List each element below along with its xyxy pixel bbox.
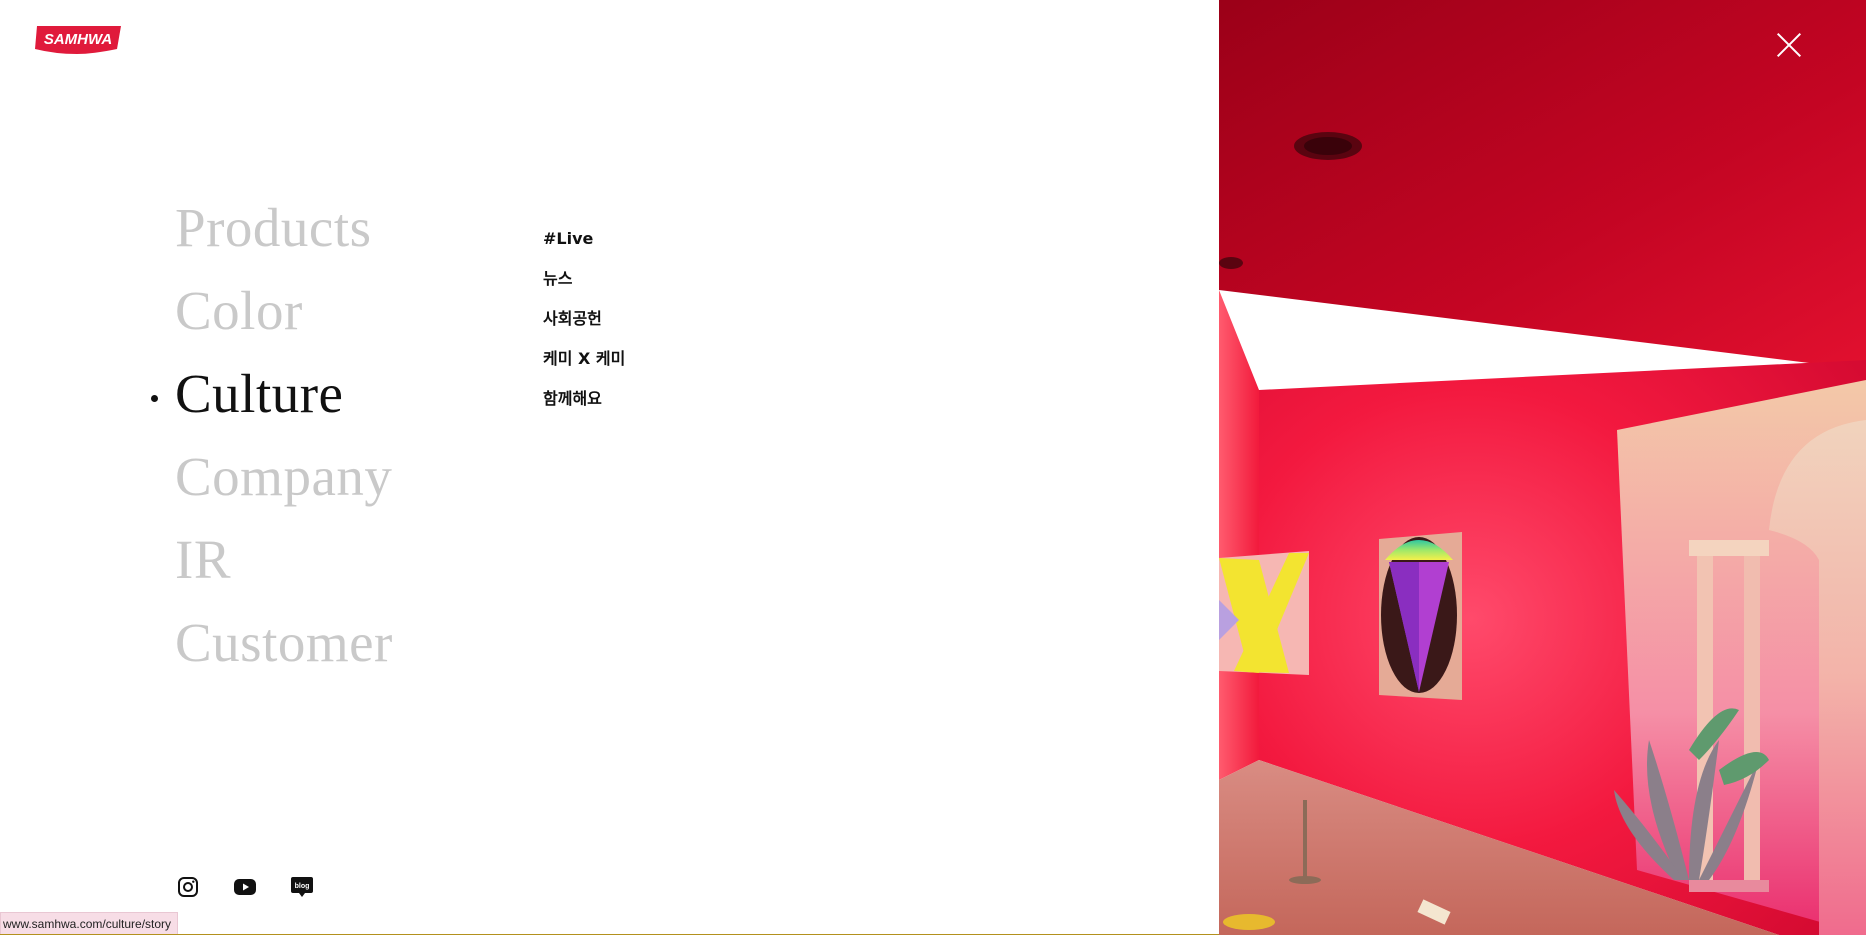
close-icon[interactable] [1776,32,1802,58]
svg-text:SAMHWA: SAMHWA [44,31,112,48]
main-menu-item-ir[interactable]: IR [175,524,393,607]
main-menu-item-products[interactable]: Products [175,192,393,275]
sub-menu-item-news[interactable]: 뉴스 [543,268,625,308]
hero-image [1219,0,1866,935]
blog-icon[interactable]: blog [290,875,314,899]
status-url: www.samhwa.com/culture/story [0,912,179,935]
main-menu-item-customer[interactable]: Customer [175,607,393,690]
sub-menu-item-social-contribution[interactable]: 사회공헌 [543,308,625,348]
sub-menu-item-live[interactable]: #Live [543,228,625,268]
main-menu-item-culture[interactable]: Culture [151,358,393,441]
main-menu-item-color[interactable]: Color [175,275,393,358]
samhwa-logo[interactable]: SAMHWA [33,24,123,56]
youtube-icon[interactable] [233,875,257,899]
svg-text:blog: blog [295,883,310,890]
page: SAMHWA Products Color Culture Company IR… [0,0,1866,935]
instagram-icon[interactable] [176,875,200,899]
social-links: blog [176,875,314,899]
sub-menu-item-chemi-x-chemi[interactable]: 케미 X 케미 [543,348,625,388]
sub-menu-item-together[interactable]: 함께해요 [543,388,625,428]
main-menu: Products Color Culture Company IR Custom… [151,192,393,690]
main-menu-item-company[interactable]: Company [175,441,393,524]
sub-menu: #Live 뉴스 사회공헌 케미 X 케미 함께해요 [543,228,625,428]
